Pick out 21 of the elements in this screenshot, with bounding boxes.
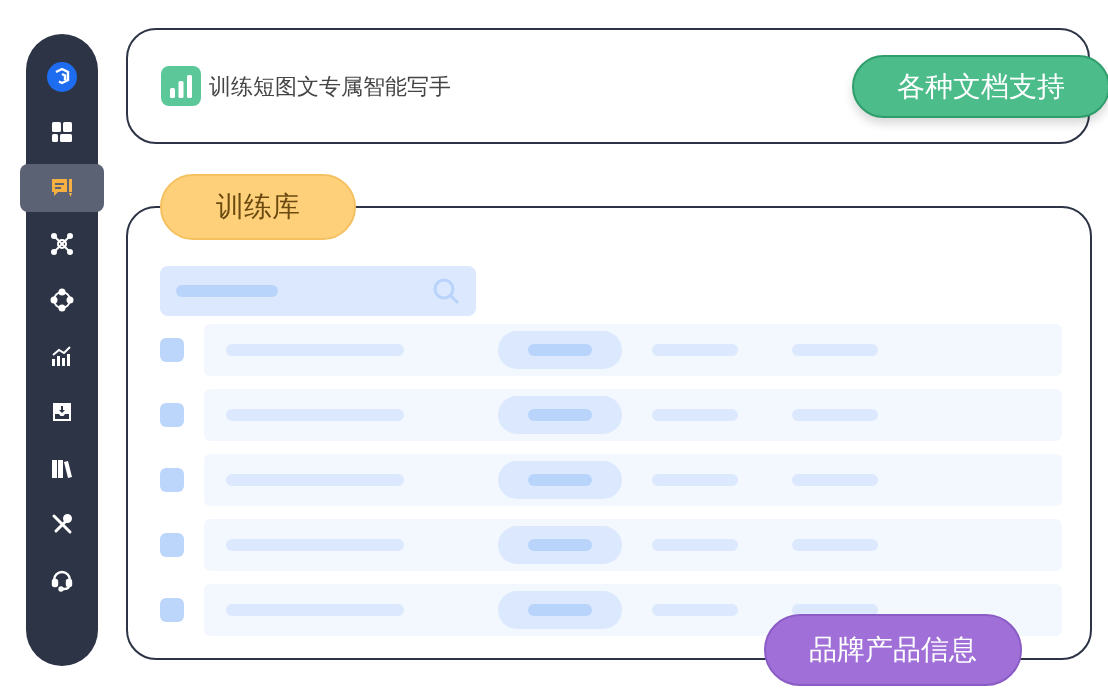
- checkbox[interactable]: [160, 468, 184, 492]
- bar-chart-icon: [161, 66, 201, 106]
- message-icon: [50, 176, 74, 200]
- search-icon: [432, 277, 460, 305]
- product-badge: 品牌产品信息: [764, 614, 1022, 686]
- checkbox[interactable]: [160, 598, 184, 622]
- header-title: 训练短图文专属智能写手: [209, 72, 451, 101]
- library-tab[interactable]: 训练库: [160, 174, 356, 240]
- circle-nodes-icon: [50, 288, 74, 312]
- logo-icon: [46, 61, 78, 93]
- network-icon: [50, 232, 74, 256]
- grid-icon: [50, 120, 74, 144]
- search-field[interactable]: [160, 266, 476, 316]
- checkbox[interactable]: [160, 338, 184, 362]
- inbox-icon: [50, 400, 74, 424]
- checkbox[interactable]: [160, 533, 184, 557]
- tools-icon: [50, 512, 74, 536]
- checkbox[interactable]: [160, 403, 184, 427]
- chart-icon: [50, 344, 74, 368]
- headset-icon: [50, 568, 74, 592]
- docs-badge: 各种文档支持: [852, 55, 1108, 118]
